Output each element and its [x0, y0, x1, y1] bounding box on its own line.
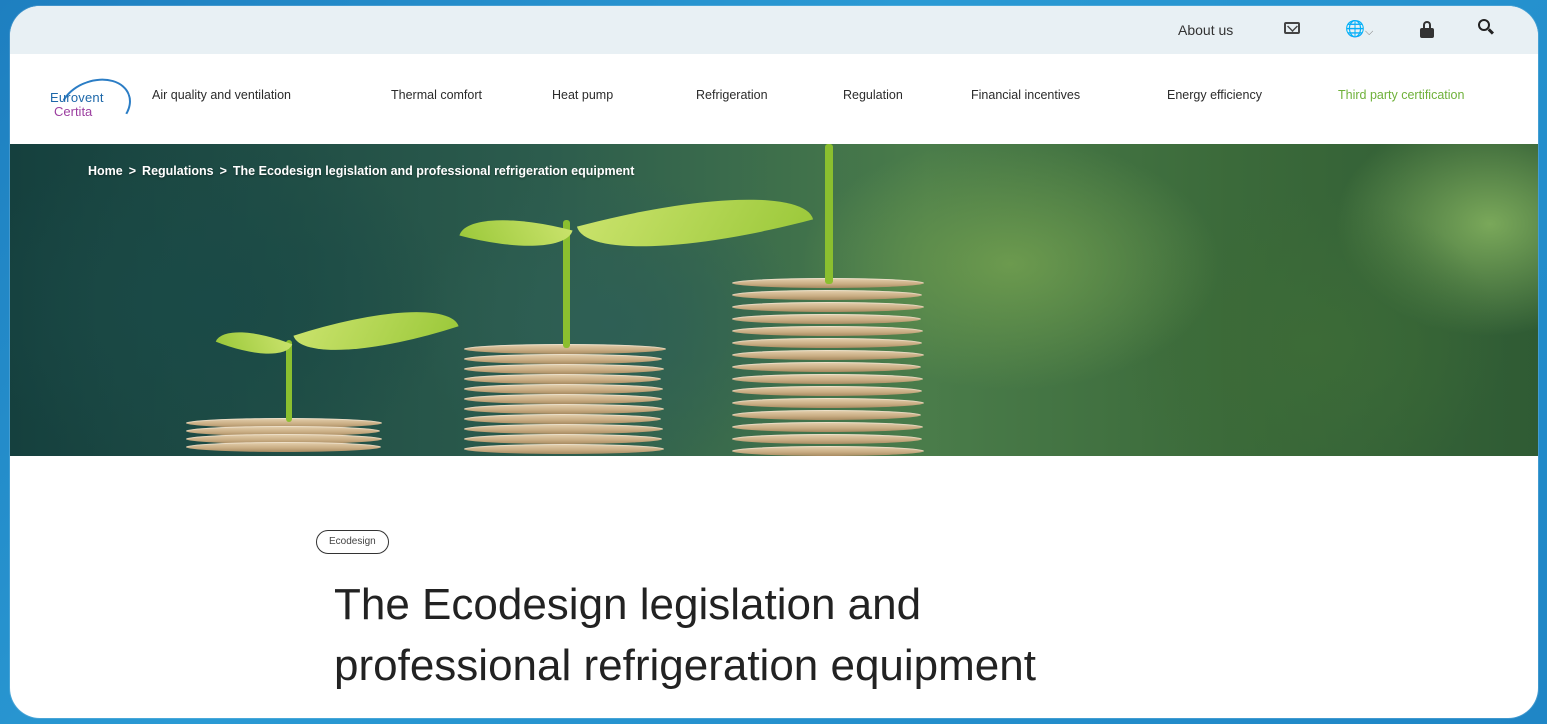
- breadcrumb-current: The Ecodesign legislation and profession…: [232, 164, 635, 178]
- about-us-link[interactable]: About us: [1178, 20, 1233, 40]
- nav-item-regulation[interactable]: Regulation: [843, 88, 903, 102]
- logo-text-eurovent: Eurovent: [50, 90, 104, 105]
- breadcrumb-separator: >: [219, 164, 227, 178]
- nav-item-refrigeration[interactable]: Refrigeration: [696, 88, 768, 102]
- breadcrumb: Home > Regulations > The Ecodesign legislati…: [88, 164, 634, 178]
- hero-banner: Home > Regulations > The Ecodesign legislati…: [10, 144, 1538, 456]
- lock-icon[interactable]: [1420, 21, 1434, 38]
- utility-bar: About us 🌐 ⌵: [10, 6, 1538, 54]
- logo-text-certita: Certita: [54, 104, 93, 119]
- breadcrumb-home[interactable]: Home: [88, 164, 123, 178]
- plant-stem-large: [825, 144, 833, 284]
- plant-leaf-small-left: [215, 317, 293, 369]
- mail-icon[interactable]: [1284, 22, 1300, 34]
- globe-icon[interactable]: 🌐: [1345, 20, 1365, 40]
- nav-item-financial-incentives[interactable]: Financial incentives: [971, 88, 1080, 102]
- browser-page: About us 🌐 ⌵ Eurovent Certita Air qualit…: [10, 6, 1538, 718]
- page-title: The Ecodesign legislation and profession…: [334, 574, 1334, 696]
- nav-item-thermal-comfort[interactable]: Thermal comfort: [391, 88, 482, 102]
- coin-stack-medium: [464, 344, 666, 456]
- search-handle: [1487, 28, 1495, 35]
- nav-item-third-party-certification[interactable]: Third party certification: [1338, 88, 1464, 102]
- eurovent-certita-logo[interactable]: Eurovent Certita: [48, 68, 140, 146]
- plant-leaf-medium-left: [459, 202, 573, 264]
- plant-leaf-small-right: [293, 286, 459, 376]
- category-tag[interactable]: Ecodesign: [316, 530, 389, 554]
- lock-body: [1420, 28, 1434, 38]
- breadcrumb-separator: >: [128, 164, 137, 178]
- nav-item-air-quality[interactable]: Air quality and ventilation: [152, 88, 291, 102]
- plant-leaf-medium-right: [576, 167, 814, 279]
- nav-item-heat-pump[interactable]: Heat pump: [552, 88, 613, 102]
- nav-item-energy-efficiency[interactable]: Energy efficiency: [1167, 88, 1262, 102]
- page-title-line-2: professional refrigeration equipment: [334, 641, 1036, 690]
- chevron-down-icon[interactable]: ⌵: [1365, 22, 1373, 42]
- page-title-line-1: The Ecodesign legislation and: [334, 580, 922, 629]
- plant-stem-small: [286, 340, 292, 422]
- coin-stack-large: [732, 278, 924, 456]
- search-icon[interactable]: [1478, 19, 1495, 35]
- main-navigation: Eurovent Certita Air quality and ventila…: [10, 54, 1538, 146]
- coin-stack-small: [186, 418, 382, 456]
- breadcrumb-regulations[interactable]: Regulations: [142, 164, 214, 178]
